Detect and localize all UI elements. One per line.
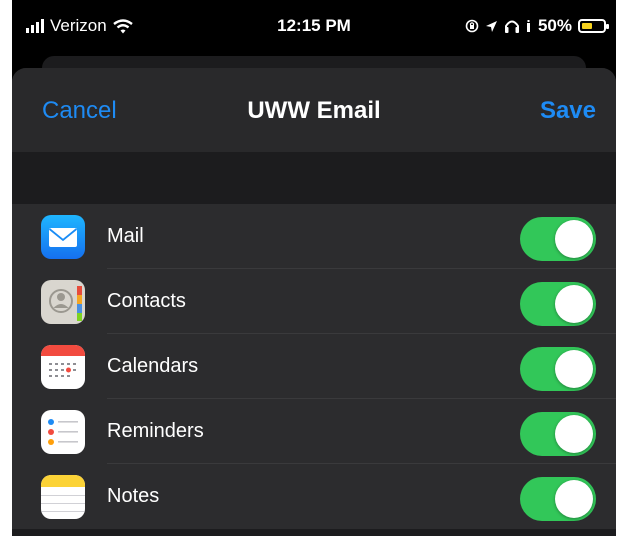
charging-indicator-icon: [526, 20, 530, 32]
toggle-knob: [555, 350, 593, 388]
service-row-reminders: Reminders: [12, 399, 616, 464]
service-row-calendars: Calendars: [12, 334, 616, 399]
service-label: Reminders: [107, 420, 204, 442]
status-right: 50%: [465, 16, 609, 36]
nav-bar: Cancel UWW Email Save: [12, 68, 616, 152]
reminders-icon: [41, 410, 85, 454]
phone-screen: Verizon 12:15 PM 50% Cancel UWW Email Sa…: [12, 0, 616, 536]
battery-fill: [582, 23, 592, 29]
service-row-contacts: Contacts: [12, 269, 616, 334]
battery-icon: [578, 19, 609, 33]
toggle-knob: [555, 220, 593, 258]
mail-toggle[interactable]: [520, 217, 596, 261]
battery-percent: 50%: [537, 16, 572, 35]
page-title: UWW Email: [247, 97, 381, 124]
service-row-mail: Mail: [12, 204, 616, 269]
service-list: Mail Contacts Calendars Reminders Notes: [12, 204, 616, 529]
notes-icon: [41, 475, 85, 519]
lock-rotation-icon: [465, 19, 479, 33]
contacts-icon: [41, 280, 85, 324]
save-button[interactable]: Save: [540, 97, 596, 125]
toggle-knob: [555, 480, 593, 518]
contacts-toggle[interactable]: [520, 282, 596, 326]
status-bar: Verizon 12:15 PM 50%: [12, 0, 616, 50]
service-label: Calendars: [107, 355, 199, 377]
location-icon: [485, 20, 497, 32]
service-row-notes: Notes: [12, 464, 616, 529]
reminders-toggle[interactable]: [520, 412, 596, 456]
account-sheet: Cancel UWW Email Save Mail Contacts Cale…: [12, 68, 616, 536]
toggle-knob: [555, 415, 593, 453]
service-label: Contacts: [107, 290, 186, 312]
notes-toggle[interactable]: [520, 477, 596, 521]
calendar-icon: [41, 345, 85, 389]
headphones-icon: [504, 20, 519, 33]
calendars-toggle[interactable]: [520, 347, 596, 391]
service-label: Mail: [107, 225, 144, 247]
mail-icon: [41, 215, 85, 259]
service-label: Notes: [107, 485, 160, 507]
toggle-knob: [555, 285, 593, 323]
